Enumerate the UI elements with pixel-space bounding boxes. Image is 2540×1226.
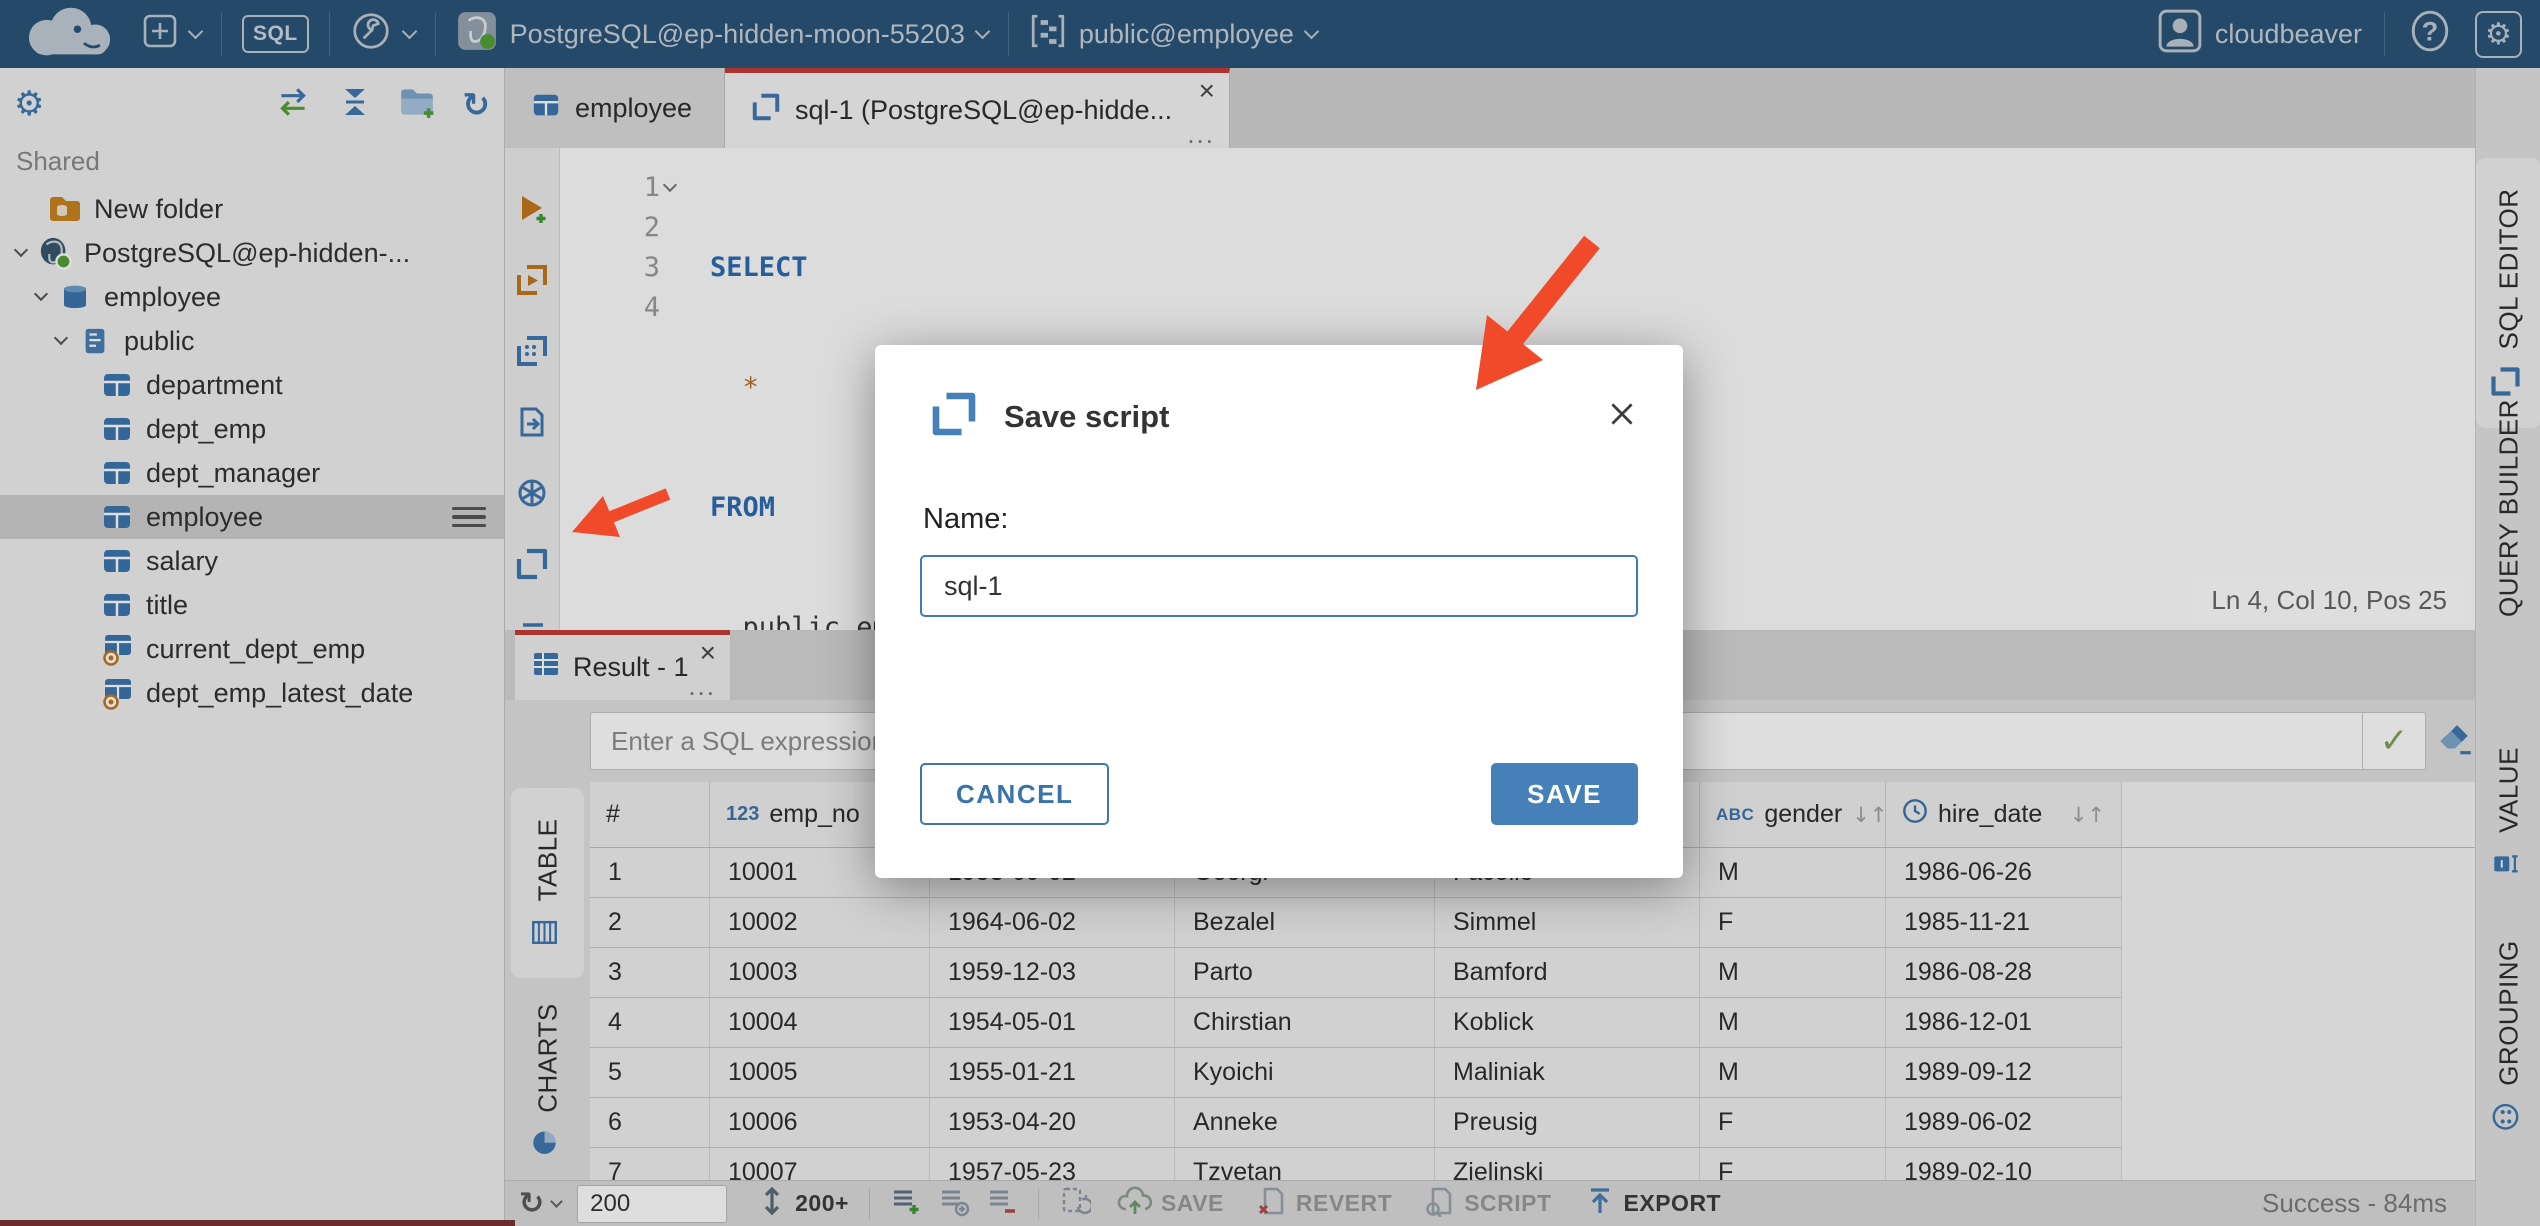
name-label: Name: <box>923 503 1009 535</box>
cloudbeaver-app: SQL PostgreSQL@ep-hidden-moon-55203 publ… <box>0 0 2540 1226</box>
save-button[interactable]: SAVE <box>1491 763 1638 825</box>
cancel-button[interactable]: CANCEL <box>920 763 1110 825</box>
dialog-title: Save script <box>1004 398 1170 434</box>
script-icon <box>930 390 978 443</box>
script-name-input[interactable] <box>920 555 1638 617</box>
save-script-dialog: Save script Name: CANCEL SAVE <box>875 345 1683 878</box>
close-icon[interactable] <box>1606 398 1638 435</box>
